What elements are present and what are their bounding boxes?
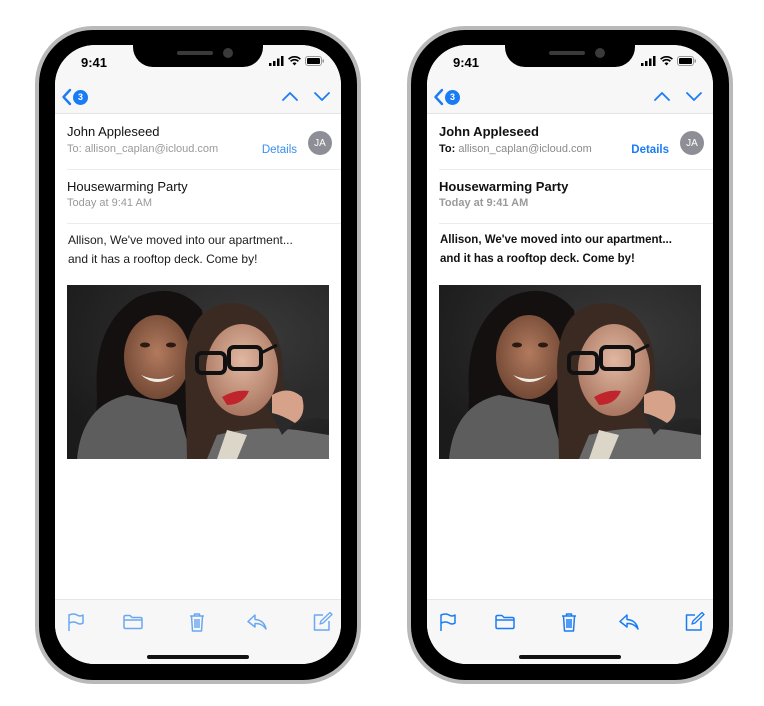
iphone-mockup-bold-text: 9:41 3 John Appleseed To: allison_caplan…	[407, 26, 733, 684]
wifi-icon	[288, 56, 301, 66]
reply-button[interactable]	[246, 611, 268, 633]
delete-button[interactable]	[186, 611, 208, 633]
sender-name: John Appleseed	[67, 124, 160, 139]
next-message-button[interactable]	[313, 89, 331, 107]
divider	[67, 223, 341, 224]
message-date: Today at 9:41 AM	[67, 197, 152, 209]
chevron-up-icon	[282, 92, 298, 101]
flag-button[interactable]	[65, 611, 87, 633]
message-body-line: Allison, We've moved into our apartment.…	[68, 233, 293, 247]
cellular-signal-icon	[269, 56, 284, 66]
unread-count-badge: 3	[445, 89, 460, 105]
battery-icon	[677, 56, 696, 66]
flag-icon	[440, 613, 456, 631]
speaker-grille	[549, 51, 585, 55]
status-time: 9:41	[453, 55, 480, 70]
chevron-left-icon	[62, 88, 72, 106]
status-time: 9:41	[81, 55, 108, 70]
previous-message-button[interactable]	[281, 89, 299, 107]
flag-button[interactable]	[437, 611, 459, 633]
wifi-icon	[660, 56, 673, 66]
folder-icon	[123, 614, 143, 630]
chevron-left-icon	[434, 88, 444, 106]
recipient-line: To: allison_caplan@icloud.com	[67, 143, 218, 155]
message-date: Today at 9:41 AM	[439, 197, 529, 209]
next-message-button[interactable]	[685, 89, 703, 107]
compose-icon	[685, 611, 705, 631]
phone-screen: 9:41 3 John Appleseed To: allison_caplan…	[55, 45, 341, 664]
recipient-address: allison_caplan@icloud.com	[458, 143, 592, 155]
trash-icon	[190, 613, 204, 632]
message-body-line: and it has a rooftop deck. Come by!	[440, 253, 635, 265]
details-link[interactable]: Details	[631, 144, 669, 156]
message-body-line: and it has a rooftop deck. Come by!	[68, 252, 258, 266]
details-link[interactable]: Details	[262, 144, 297, 156]
message-header: John Appleseed To: allison_caplan@icloud…	[427, 114, 713, 168]
sender-avatar[interactable]: JA	[680, 131, 704, 155]
front-camera	[223, 48, 233, 58]
battery-icon	[305, 56, 324, 66]
message-body: Allison, We've moved into our apartment.…	[440, 231, 710, 269]
message-subject: Housewarming Party	[67, 179, 188, 194]
attached-photo[interactable]	[439, 285, 701, 459]
chevron-down-icon	[314, 92, 330, 101]
chevron-down-icon	[686, 92, 702, 101]
notch	[505, 45, 635, 67]
message-subject: Housewarming Party	[439, 179, 569, 194]
trash-icon	[562, 613, 576, 632]
photo-illustration	[439, 285, 701, 459]
subject-block: Housewarming Party Today at 9:41 AM	[55, 169, 341, 223]
recipient-address: allison_caplan@icloud.com	[84, 143, 219, 155]
recipient-line: To: allison_caplan@icloud.com	[439, 143, 592, 155]
iphone-mockup-regular-text: 9:41 3 John Appleseed To: allison_caplan…	[35, 26, 361, 684]
to-label: To:	[439, 143, 456, 155]
move-to-folder-button[interactable]	[494, 611, 516, 633]
unread-count-badge: 3	[73, 89, 88, 105]
phone-frame: 9:41 3 John Appleseed To: allison_caplan…	[411, 30, 729, 680]
notch	[133, 45, 263, 67]
message-header: John Appleseed To: allison_caplan@icloud…	[55, 114, 341, 168]
compose-button[interactable]	[311, 611, 333, 633]
photo-illustration	[67, 285, 329, 459]
folder-icon	[495, 614, 515, 630]
delete-button[interactable]	[558, 611, 580, 633]
subject-block: Housewarming Party Today at 9:41 AM	[427, 169, 713, 223]
previous-message-button[interactable]	[653, 89, 671, 107]
phone-frame: 9:41 3 John Appleseed To: allison_caplan…	[39, 30, 357, 680]
speaker-grille	[177, 51, 213, 55]
front-camera	[595, 48, 605, 58]
message-body-line: Allison, We've moved into our apartment.…	[440, 234, 672, 246]
attached-photo[interactable]	[67, 285, 329, 459]
chevron-up-icon	[654, 92, 670, 101]
home-indicator[interactable]	[147, 655, 249, 659]
reply-button[interactable]	[618, 611, 640, 633]
move-to-folder-button[interactable]	[122, 611, 144, 633]
compose-button[interactable]	[683, 611, 705, 633]
compose-icon	[313, 611, 333, 631]
back-button[interactable]: 3	[61, 88, 88, 106]
back-button[interactable]: 3	[433, 88, 460, 106]
divider	[439, 223, 713, 224]
flag-icon	[68, 613, 84, 631]
nav-bar: 3	[55, 85, 341, 114]
home-indicator[interactable]	[519, 655, 621, 659]
cellular-signal-icon	[641, 56, 656, 66]
reply-icon	[247, 614, 267, 630]
to-label: To:	[67, 143, 82, 155]
status-icons	[641, 56, 697, 66]
reply-icon	[619, 614, 639, 630]
status-icons	[269, 56, 325, 66]
message-body: Allison, We've moved into our apartment.…	[68, 231, 338, 269]
nav-bar: 3	[427, 85, 713, 114]
sender-avatar[interactable]: JA	[308, 131, 332, 155]
phone-screen: 9:41 3 John Appleseed To: allison_caplan…	[427, 45, 713, 664]
sender-name: John Appleseed	[439, 124, 539, 139]
